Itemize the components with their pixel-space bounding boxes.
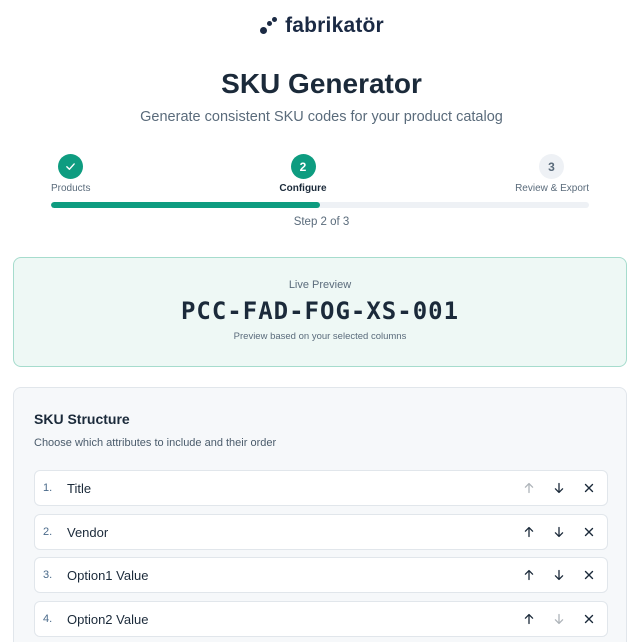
step-configure[interactable]: 2 Configure (253, 154, 353, 194)
close-icon[interactable] (577, 476, 601, 500)
arrow-down-icon[interactable] (547, 520, 571, 544)
step-products[interactable]: Products (51, 154, 90, 194)
row-index: 1. (43, 482, 53, 494)
step-number: 2 (290, 154, 316, 179)
attribute-row[interactable]: 4. Option2 Value (34, 601, 608, 637)
arrow-down-icon[interactable] (547, 607, 571, 631)
row-label: Option2 Value (67, 611, 149, 627)
arrow-up-icon[interactable] (517, 520, 541, 544)
live-preview-panel: Live Preview PCC-FAD-FOG-XS-001 Preview … (13, 257, 627, 367)
row-label: Vendor (67, 524, 109, 540)
arrow-down-icon[interactable] (547, 563, 571, 587)
attribute-row[interactable]: 3. Option1 Value (34, 557, 608, 593)
arrow-up-icon[interactable] (517, 476, 541, 500)
attribute-row[interactable]: 1. Title (34, 470, 608, 506)
arrow-up-icon[interactable] (517, 563, 541, 587)
sku-generator-page: fabrikatör SKU Generator Generate consis… (0, 0, 643, 642)
arrow-up-icon[interactable] (517, 607, 541, 631)
close-icon[interactable] (577, 563, 601, 587)
close-icon[interactable] (577, 520, 601, 544)
section-title: SKU Structure (34, 411, 130, 427)
step-label: Products (51, 183, 91, 194)
page-title: SKU Generator (221, 68, 422, 99)
check-icon (58, 154, 83, 179)
row-label: Title (67, 480, 92, 496)
step-label: Configure (279, 183, 327, 194)
brand-logo[interactable]: fabrikatör (0, 14, 643, 38)
step-review-export[interactable]: 3 Review & Export (489, 154, 589, 194)
progress-fill (51, 202, 320, 208)
logo-dots-icon (259, 16, 279, 36)
progress-bar (51, 202, 589, 208)
close-icon[interactable] (577, 607, 601, 631)
preview-sku-code: PCC-FAD-FOG-XS-001 (180, 297, 460, 325)
row-label: Option1 Value (67, 567, 149, 583)
step-status: Step 2 of 3 (293, 216, 350, 228)
arrow-down-icon[interactable] (547, 476, 571, 500)
row-index: 4. (43, 613, 53, 625)
brand-name: fabrikatör (285, 14, 384, 37)
step-number: 3 (539, 154, 564, 179)
step-label: Review & Export (515, 183, 589, 194)
preview-label: Live Preview (288, 279, 352, 291)
row-index: 2. (43, 526, 53, 538)
page-subtitle: Generate consistent SKU codes for your p… (140, 109, 503, 125)
preview-note: Preview based on your selected columns (233, 331, 407, 342)
sku-structure-card: SKU Structure Choose which attributes to… (13, 387, 627, 642)
attribute-row[interactable]: 2. Vendor (34, 514, 608, 550)
row-index: 3. (43, 569, 53, 581)
section-description: Choose which attributes to include and t… (34, 437, 277, 449)
